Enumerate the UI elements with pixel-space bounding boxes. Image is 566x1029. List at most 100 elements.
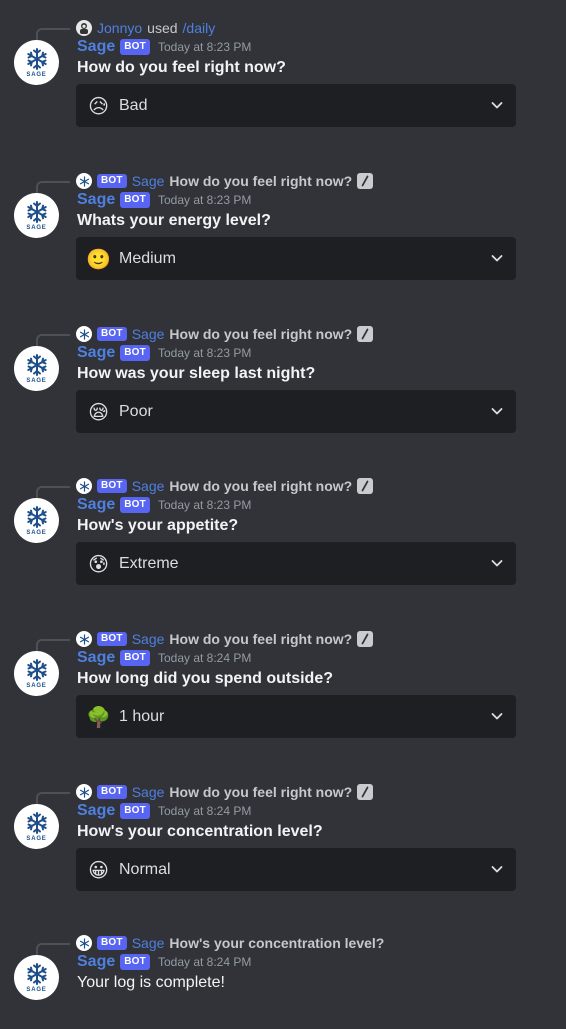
reply-text[interactable]: How do you feel right now? (169, 784, 352, 800)
reply-reference[interactable]: BOT Sage How do you feel right now? (76, 171, 374, 191)
bot-tag: BOT (97, 632, 127, 646)
avatar-label: SAGE (26, 529, 47, 536)
bot-tag: BOT (120, 497, 150, 513)
snowflake-icon (79, 633, 89, 645)
selected-value: Poor (119, 402, 153, 420)
reply-author[interactable]: Sage (132, 326, 165, 342)
user-avatar-icon[interactable] (76, 20, 92, 36)
bot-tag: BOT (97, 785, 127, 799)
bot-tag: BOT (97, 936, 127, 950)
bot-tag: BOT (120, 803, 150, 819)
author-name[interactable]: Sage (77, 953, 115, 971)
reply-author[interactable]: Sage (132, 935, 165, 951)
reply-text[interactable]: How do you feel right now? (169, 326, 352, 342)
timestamp[interactable]: Today at 8:23 PM (158, 193, 251, 207)
answer-select[interactable]: 😰 Extreme (76, 542, 516, 585)
bot-tag: BOT (120, 954, 150, 970)
answer-select[interactable]: 😪 Poor (76, 390, 516, 433)
question-text: How do you feel right now? (77, 59, 286, 76)
timestamp[interactable]: Today at 8:23 PM (158, 40, 251, 54)
bot-tag: BOT (120, 345, 150, 361)
bot-tag: BOT (120, 39, 150, 55)
answer-select[interactable]: 😀 Normal (76, 848, 516, 891)
reply-author[interactable]: Sage (132, 784, 165, 800)
bot-tag: BOT (97, 327, 127, 341)
reply-author[interactable]: Sage (132, 631, 165, 647)
selected-value: Normal (119, 860, 171, 878)
reply-reference[interactable]: BOT Sage How do you feel right now? (76, 324, 374, 344)
command-invocation[interactable]: Jonnyo used /daily (76, 18, 215, 38)
message-header: Sage BOT Today at 8:24 PM (77, 647, 251, 669)
reply-text[interactable]: How do you feel right now? (169, 478, 352, 494)
author-name[interactable]: Sage (77, 649, 115, 667)
slash-command-icon (357, 631, 374, 647)
avatar-label: SAGE (26, 224, 47, 231)
bot-avatar[interactable]: SAGE (14, 193, 59, 238)
timestamp[interactable]: Today at 8:24 PM (158, 651, 251, 665)
reply-author[interactable]: Sage (132, 478, 165, 494)
message-header: Sage BOT Today at 8:24 PM (77, 951, 251, 973)
reply-text[interactable]: How do you feel right now? (169, 631, 352, 647)
timestamp[interactable]: Today at 8:24 PM (158, 804, 251, 818)
snowflake-icon (26, 353, 47, 376)
slash-command-icon (357, 326, 374, 342)
reply-text[interactable]: How's your concentration level? (169, 935, 384, 951)
bot-mini-avatar (76, 631, 92, 647)
completion-text: Your log is complete! (77, 974, 225, 991)
timestamp[interactable]: Today at 8:23 PM (158, 346, 251, 360)
reply-reference[interactable]: BOT Sage How do you feel right now? (76, 629, 374, 649)
answer-select[interactable]: 😥 Bad (76, 84, 516, 127)
option-emoji-icon: 😥 (88, 93, 109, 118)
message-header: Sage BOT Today at 8:23 PM (77, 189, 251, 211)
option-emoji-icon: 😪 (88, 399, 109, 424)
author-name[interactable]: Sage (77, 496, 115, 514)
message-header: Sage BOT Today at 8:23 PM (77, 342, 251, 364)
author-name[interactable]: Sage (77, 191, 115, 209)
reply-reference[interactable]: BOT Sage How's your concentration level? (76, 933, 384, 953)
avatar-label: SAGE (26, 71, 47, 78)
snowflake-icon (79, 937, 89, 949)
reply-text[interactable]: How do you feel right now? (169, 173, 352, 189)
bot-avatar[interactable]: SAGE (14, 498, 59, 543)
invoking-user-name[interactable]: Jonnyo (97, 20, 142, 36)
bot-avatar[interactable]: SAGE (14, 804, 59, 849)
reply-reference[interactable]: BOT Sage How do you feel right now? (76, 476, 374, 496)
slash-command-icon (357, 173, 374, 189)
message-header: Sage BOT Today at 8:23 PM (77, 494, 251, 516)
reply-author[interactable]: Sage (132, 173, 165, 189)
bot-avatar[interactable]: SAGE (14, 955, 59, 1000)
message-header: Sage BOT Today at 8:23 PM (77, 36, 251, 58)
question-text: How long did you spend outside? (77, 670, 333, 687)
reply-reference[interactable]: BOT Sage How do you feel right now? (76, 782, 374, 802)
bot-tag: BOT (97, 174, 127, 188)
slash-command-icon (357, 478, 374, 494)
bot-avatar[interactable]: SAGE (14, 651, 59, 696)
timestamp[interactable]: Today at 8:24 PM (158, 955, 251, 969)
snowflake-icon (79, 786, 89, 798)
bot-tag: BOT (97, 479, 127, 493)
selected-value: Bad (119, 96, 148, 114)
message-header: Sage BOT Today at 8:24 PM (77, 800, 251, 822)
bot-mini-avatar (76, 173, 92, 189)
bot-tag: BOT (120, 650, 150, 666)
question-text: How's your appetite? (77, 517, 239, 534)
bot-mini-avatar (76, 935, 92, 951)
author-name[interactable]: Sage (77, 38, 115, 56)
timestamp[interactable]: Today at 8:23 PM (158, 498, 251, 512)
option-emoji-icon: 😀 (88, 857, 109, 882)
answer-select[interactable]: 🙂 Medium (76, 237, 516, 280)
author-name[interactable]: Sage (77, 802, 115, 820)
selected-value: 1 hour (119, 707, 165, 725)
author-name[interactable]: Sage (77, 344, 115, 362)
chevron-down-icon (491, 102, 503, 109)
bot-avatar[interactable]: SAGE (14, 346, 59, 391)
bot-avatar[interactable]: SAGE (14, 40, 59, 85)
selected-value: Medium (119, 249, 176, 267)
bot-mini-avatar (76, 784, 92, 800)
snowflake-icon (26, 47, 47, 70)
bot-mini-avatar (76, 326, 92, 342)
snowflake-icon (79, 175, 89, 187)
chevron-down-icon (491, 408, 503, 415)
answer-select[interactable]: 🌳 1 hour (76, 695, 516, 738)
command-name[interactable]: /daily (183, 20, 216, 36)
